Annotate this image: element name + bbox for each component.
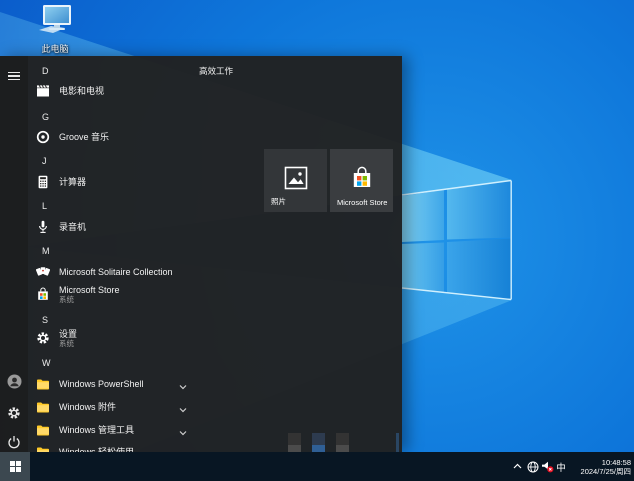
app-item-settings[interactable]: 设置 系统 (36, 326, 250, 350)
folder-label: Windows 附件 (59, 402, 117, 412)
start-menu: D 电影和电视 G Groove 音乐 J 计算器 L 录音机 M Micros… (0, 56, 402, 452)
chevron-down-icon[interactable] (178, 425, 188, 443)
groove-music-icon (36, 130, 50, 144)
app-label: 计算器 (59, 177, 87, 187)
app-item-groove-music[interactable]: Groove 音乐 (36, 127, 250, 147)
app-item-calculator[interactable]: 计算器 (36, 172, 250, 192)
app-item-microsoft-store[interactable]: Microsoft Store 系统 (36, 282, 250, 306)
folder-item-windows-powershell[interactable]: Windows PowerShell (36, 374, 250, 394)
partial-tile (288, 433, 301, 452)
settings-button[interactable] (0, 400, 28, 426)
start-menu-rail (0, 56, 28, 452)
desktop-icon-this-pc[interactable]: 此电脑 (22, 4, 88, 55)
folder-label: Windows PowerShell (59, 379, 144, 389)
photos-icon (284, 166, 308, 195)
app-subtitle: 系统 (59, 338, 74, 348)
section-header-d[interactable]: D (42, 61, 49, 81)
section-header-j[interactable]: J (42, 151, 47, 171)
section-header-w[interactable]: W (42, 353, 51, 373)
folder-label: Windows 管理工具 (59, 425, 135, 435)
app-item-movies-tv[interactable]: 电影和电视 (36, 81, 250, 101)
app-label: Groove 音乐 (59, 132, 110, 142)
windows-desktop: 此电脑 D 电影和电视 G Groove 音乐 J 计算器 L 录音机 M Mi… (0, 0, 634, 481)
start-menu-app-list: D 电影和电视 G Groove 音乐 J 计算器 L 录音机 M Micros… (28, 56, 258, 452)
taskbar-clock[interactable]: 10:48:58 2024/7/25/周四 (573, 452, 631, 481)
desktop-icon-label: 此电脑 (41, 44, 69, 54)
folder-icon (36, 400, 50, 414)
power-button[interactable] (0, 429, 28, 452)
app-item-solitaire[interactable]: Microsoft Solitaire Collection (36, 262, 250, 282)
clock-time: 10:48:58 (601, 457, 631, 467)
settings-gear-icon (36, 331, 50, 345)
folder-item-windows-ease-of-access[interactable]: Windows 轻松使用 (36, 442, 250, 452)
folder-icon (36, 423, 50, 437)
ime-label: 中 (556, 462, 566, 474)
app-item-voice-recorder[interactable]: 录音机 (36, 217, 250, 237)
app-subtitle: 系统 (59, 294, 74, 304)
app-label: Microsoft Store (59, 284, 120, 295)
power-icon (8, 436, 20, 449)
section-header-g[interactable]: G (42, 107, 49, 127)
chevron-down-icon[interactable] (178, 379, 188, 397)
ime-indicator[interactable]: 中 (554, 452, 568, 481)
folder-icon (36, 445, 50, 452)
tile-group-title[interactable]: 高效工作 (199, 65, 233, 77)
hamburger-menu-button[interactable] (0, 63, 28, 89)
app-label: Microsoft Solitaire Collection (59, 267, 173, 277)
this-pc-icon (39, 5, 71, 33)
movies-tv-icon (36, 84, 50, 98)
tiles-scrollbar[interactable] (396, 433, 399, 452)
folder-icon (36, 377, 50, 391)
partial-tile (312, 433, 325, 452)
windows-logo-icon (9, 461, 21, 472)
store-icon (36, 287, 50, 301)
partial-tile (336, 433, 349, 452)
tile-microsoft-store[interactable]: Microsoft Store (330, 149, 393, 212)
clock-date: 2024/7/25/周四 (580, 466, 631, 476)
chevron-down-icon[interactable] (178, 402, 188, 420)
gear-icon (8, 407, 20, 419)
app-label: 设置 (59, 328, 78, 339)
network-status-button[interactable] (526, 452, 540, 481)
store-icon (350, 166, 374, 195)
calculator-icon (36, 175, 50, 189)
start-button[interactable] (0, 452, 30, 481)
user-account-button[interactable] (0, 368, 28, 394)
network-globe-icon (527, 461, 539, 472)
folder-item-windows-admin-tools[interactable]: Windows 管理工具 (36, 420, 250, 440)
volume-button[interactable] (540, 452, 554, 481)
tile-label: 照片 (271, 197, 286, 206)
section-header-l[interactable]: L (42, 196, 47, 216)
taskbar: 中 10:48:58 2024/7/25/周四 (0, 452, 634, 481)
tile-photos[interactable]: 照片 (264, 149, 327, 212)
solitaire-icon (36, 265, 50, 279)
app-label: 电影和电视 (59, 86, 105, 96)
section-header-m[interactable]: M (42, 241, 50, 261)
hidden-icons-button[interactable] (510, 452, 524, 481)
user-avatar-icon (7, 374, 21, 388)
folder-item-windows-accessories[interactable]: Windows 附件 (36, 397, 250, 417)
app-label: 录音机 (59, 222, 87, 232)
tile-label: Microsoft Store (337, 198, 388, 207)
volume-muted-icon (541, 461, 553, 473)
chevron-up-icon (513, 463, 521, 469)
voice-recorder-icon (36, 220, 50, 234)
